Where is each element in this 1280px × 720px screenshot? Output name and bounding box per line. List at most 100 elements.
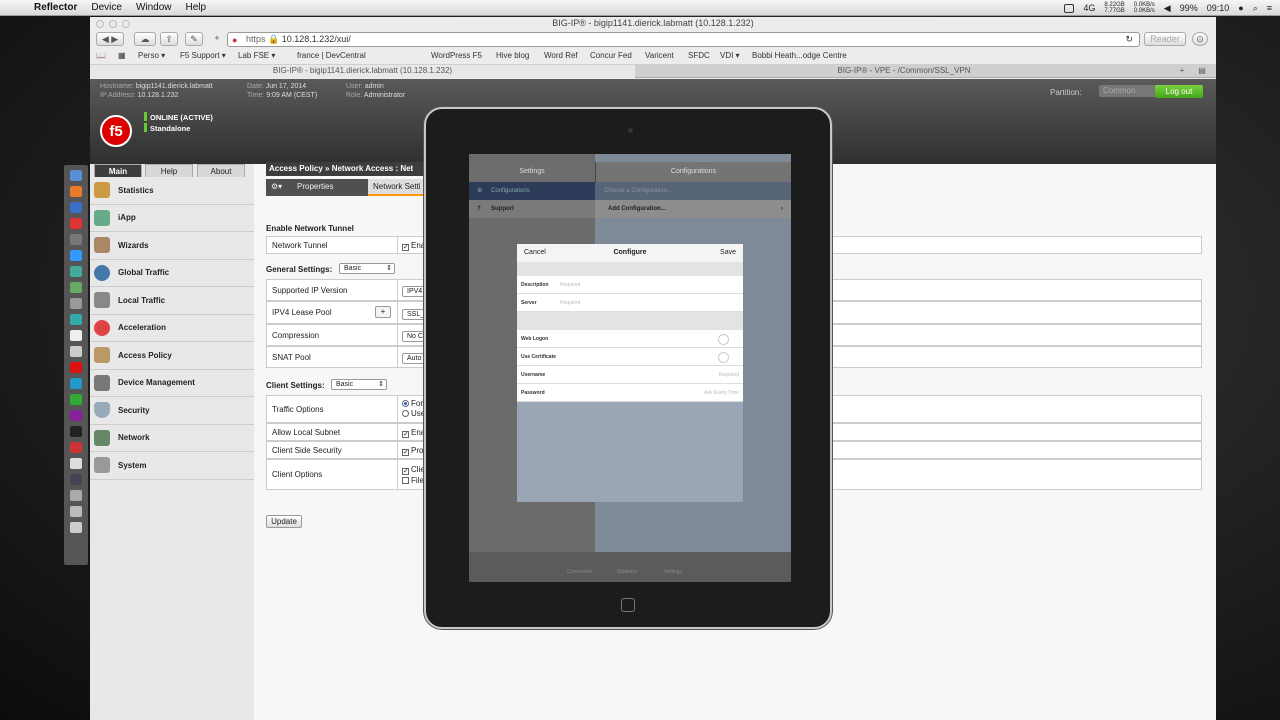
local-subnet-checkbox[interactable]: ✓ [402, 431, 409, 438]
spotlight-icon[interactable]: ⌕ [1253, 3, 1258, 14]
address-bar[interactable]: ● https 🔒 10.128.1.232/xui/ ↻ [227, 32, 1140, 47]
settings-item-support[interactable]: ? Support [469, 200, 595, 218]
dock-app-icon[interactable] [70, 218, 82, 229]
user-icon[interactable]: ● [1238, 3, 1243, 13]
subtab-network-settings[interactable]: Network Setti [368, 179, 426, 196]
client-mode-select[interactable]: Basic ⇕ [331, 379, 387, 390]
general-mode-select[interactable]: Basic ⇕ [339, 263, 395, 274]
bookmark-f5-support[interactable]: F5 Support ▾ [180, 51, 226, 60]
tab-vpe[interactable]: BIG-IP® - VPE - /Common/SSL_VPN [636, 65, 1172, 78]
tab-main[interactable]: Main [94, 164, 142, 177]
list-icon[interactable]: ≡ [1267, 3, 1272, 13]
logout-button[interactable]: Log out [1155, 85, 1203, 98]
bookmark-devcentral[interactable]: france | DevCentral [297, 51, 366, 60]
file-checkbox[interactable] [402, 477, 409, 484]
tray-app-icon[interactable] [1064, 3, 1075, 13]
bookmark-vdi[interactable]: VDI ▾ [720, 51, 740, 60]
dock-app-icon[interactable] [70, 506, 82, 517]
bookmark-hive[interactable]: Hive blog [496, 51, 529, 60]
bookmark-wordpress[interactable]: WordPress F5 [431, 51, 482, 60]
close-window-button[interactable] [96, 20, 104, 28]
client-security-checkbox[interactable]: ✓ [402, 449, 409, 456]
menu-device[interactable]: Device [91, 2, 122, 13]
nav-item-access-policy[interactable]: Access Policy [90, 342, 254, 370]
zoom-window-button[interactable] [122, 20, 130, 28]
update-button[interactable]: Update [266, 515, 302, 528]
bookmark-wordref[interactable]: Word Ref [544, 51, 578, 60]
tools-icon[interactable]: ✎ [185, 32, 203, 46]
tab-help[interactable]: Help [145, 164, 193, 177]
reload-icon[interactable]: ↻ [1125, 33, 1133, 46]
tunnel-checkbox[interactable]: ✓ [402, 244, 409, 251]
battery-label[interactable]: 99% [1180, 3, 1198, 13]
nav-item-wizards[interactable]: Wizards [90, 232, 254, 260]
dock-app-icon[interactable] [70, 490, 82, 501]
use-radio[interactable] [402, 410, 409, 417]
nav-item-system[interactable]: System [90, 452, 254, 480]
tab-bigip[interactable]: BIG-IP® - bigip1141.dierick.labmatt (10.… [90, 65, 635, 78]
bookmark-sfdc[interactable]: SFDC [688, 51, 710, 60]
dock-app-icon[interactable] [70, 266, 82, 277]
client-checkbox[interactable]: ✓ [402, 468, 409, 475]
grid-icon[interactable]: ▦ [118, 51, 126, 60]
add-tab-icon[interactable]: + [1174, 65, 1190, 78]
dock-app-icon[interactable] [70, 282, 82, 293]
nav-item-acceleration[interactable]: Acceleration [90, 315, 254, 342]
dock-skype-icon[interactable] [70, 378, 82, 389]
bookmark-lab-fse[interactable]: Lab FSE ▾ [238, 51, 275, 60]
add-pool-button[interactable]: + [375, 306, 391, 318]
dock-app-icon[interactable] [70, 234, 82, 245]
dock-app-icon[interactable] [70, 346, 82, 357]
tab-settings[interactable]: Settings [664, 569, 682, 575]
share-icon[interactable]: ⇪ [160, 32, 178, 46]
tab-statistics[interactable]: Statistics [617, 569, 637, 575]
dock-calendar-icon[interactable] [70, 330, 82, 341]
dock-terminal-icon[interactable] [70, 426, 82, 437]
volume-icon[interactable]: ◀ [1164, 3, 1171, 14]
dock-f5-icon[interactable] [70, 362, 82, 373]
nav-item-security[interactable]: Security [90, 397, 254, 425]
subtab-properties[interactable]: Properties [292, 179, 338, 196]
force-radio[interactable] [402, 400, 409, 407]
nav-item-local-traffic[interactable]: Local Traffic [90, 287, 254, 315]
clock[interactable]: 09:10 [1207, 3, 1230, 13]
description-field[interactable]: Description Required [517, 276, 743, 294]
minimize-window-button[interactable] [109, 20, 117, 28]
nav-item-statistics[interactable]: Statistics [90, 177, 254, 205]
nav-item-iapp[interactable]: iApp [90, 205, 254, 232]
use-certificate-toggle[interactable] [718, 352, 729, 363]
dock-app-icon[interactable] [70, 394, 82, 405]
book-icon[interactable]: 📖 [96, 51, 106, 60]
nav-item-device-management[interactable]: Device Management [90, 370, 254, 397]
dock-app-icon[interactable] [70, 474, 82, 485]
tab-connection[interactable]: Connection [567, 569, 592, 575]
save-button[interactable]: Save [720, 244, 736, 262]
cloud-icon[interactable]: ☁ [134, 32, 156, 46]
dock-finder-icon[interactable] [70, 170, 82, 181]
server-field[interactable]: Server Required [517, 294, 743, 312]
dock-app-icon[interactable] [70, 298, 82, 309]
nav-item-global-traffic[interactable]: Global Traffic [90, 260, 254, 287]
bookmark-varicent[interactable]: Varicent [645, 51, 674, 60]
menu-app[interactable]: Reflector [34, 2, 77, 13]
dock-app-icon[interactable] [70, 250, 82, 261]
tab-about[interactable]: About [197, 164, 245, 177]
dock-onenote-icon[interactable] [70, 410, 82, 421]
password-field[interactable]: Password Ask Every Time [517, 384, 743, 402]
new-tab-icon[interactable]: + [210, 32, 224, 46]
downloads-icon[interactable]: ⊙ [1192, 32, 1208, 46]
choose-configuration[interactable]: Choose a Configuration... [595, 182, 791, 200]
gear-menu-icon[interactable]: ⚙▾ [266, 179, 292, 196]
bookmark-bobbi[interactable]: Bobbi Heath...odge Centre [752, 51, 847, 60]
tab-overview-icon[interactable]: ▤ [1194, 65, 1210, 78]
settings-item-configurations[interactable]: ⚙ Configurations [469, 182, 595, 200]
reader-button[interactable]: Reader [1144, 32, 1186, 46]
back-forward-buttons[interactable]: ◀ ▶ [96, 32, 124, 46]
dock-app-icon[interactable] [70, 314, 82, 325]
add-configuration[interactable]: Add Configuration... › [595, 200, 791, 218]
menu-help[interactable]: Help [186, 2, 207, 13]
username-field[interactable]: Username Required [517, 366, 743, 384]
web-logon-toggle[interactable] [718, 334, 729, 345]
dock-app-icon[interactable] [70, 442, 82, 453]
home-button[interactable] [621, 598, 635, 612]
